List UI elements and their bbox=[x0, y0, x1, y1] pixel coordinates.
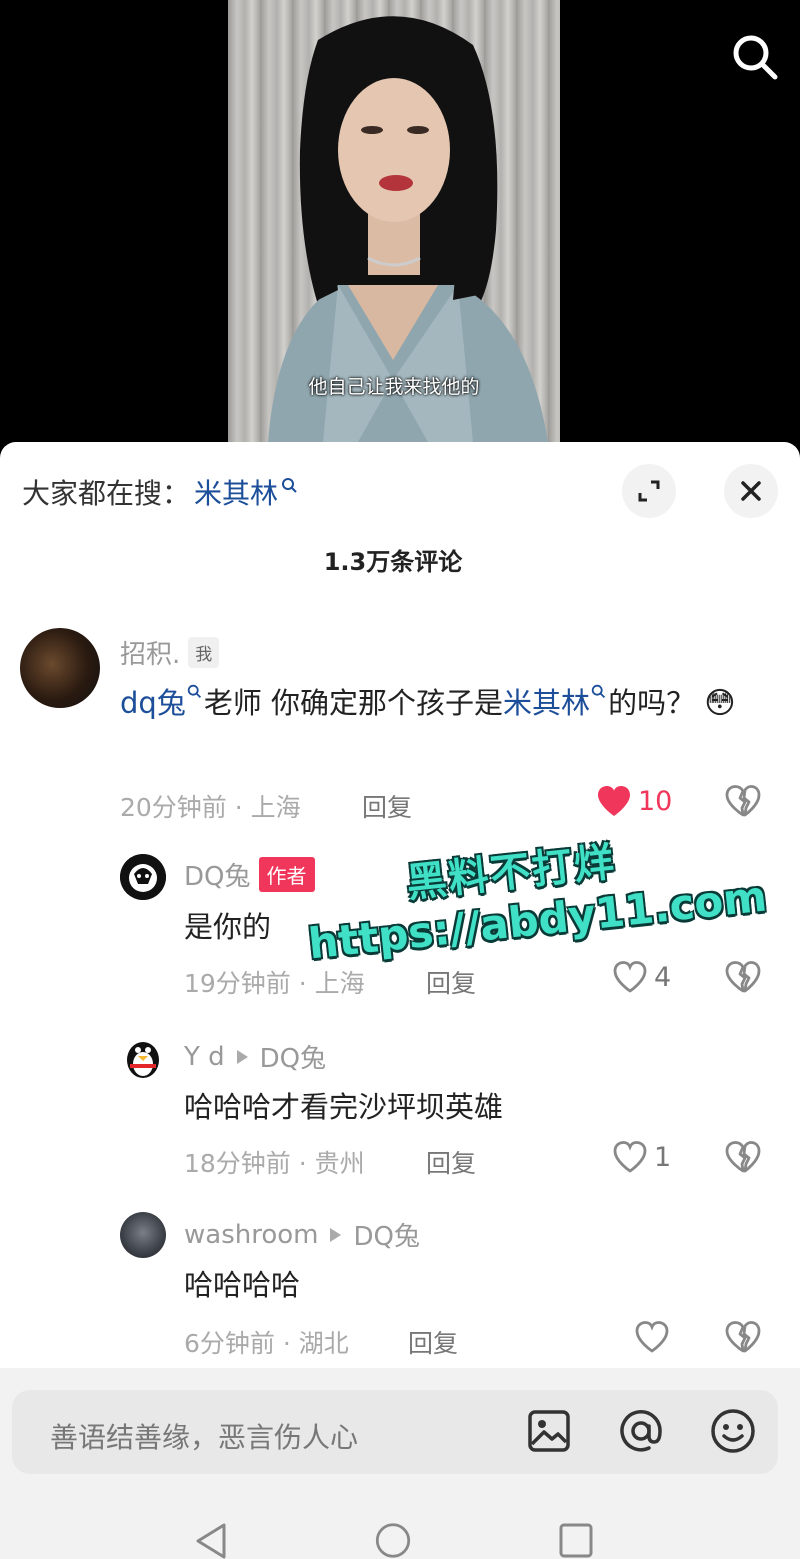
broken-heart-icon bbox=[725, 961, 761, 993]
close-button[interactable] bbox=[724, 464, 778, 518]
recents-button[interactable] bbox=[558, 1522, 594, 1559]
reply-button[interactable]: 回复 bbox=[426, 1144, 476, 1180]
heart-icon bbox=[613, 1141, 647, 1173]
comment-username[interactable]: DQ兔 作者 bbox=[184, 856, 315, 893]
like-button[interactable]: 10 bbox=[596, 784, 672, 818]
emoji-button[interactable] bbox=[708, 1406, 758, 1456]
comment-text: 的吗？ bbox=[608, 686, 696, 720]
dislike-button[interactable] bbox=[724, 960, 762, 998]
expand-button[interactable] bbox=[622, 464, 676, 518]
heart-icon bbox=[598, 786, 630, 816]
keyword-link[interactable]: 米其林 bbox=[503, 686, 590, 720]
comment-username[interactable]: washroom DQ兔 bbox=[184, 1216, 420, 1253]
heart-icon bbox=[613, 961, 647, 993]
search-button[interactable] bbox=[728, 30, 782, 84]
close-icon bbox=[741, 481, 761, 501]
image-icon bbox=[528, 1410, 570, 1452]
self-tag: 我 bbox=[188, 637, 220, 668]
comment-content[interactable]: 是你的 bbox=[184, 904, 271, 950]
reply-button[interactable]: 回复 bbox=[426, 964, 476, 1000]
reply-to-arrow-icon bbox=[330, 1227, 342, 1242]
reply-button[interactable]: 回复 bbox=[362, 788, 412, 824]
comment-content[interactable]: 哈哈哈才看完沙坪坝英雄 bbox=[184, 1084, 503, 1130]
search-icon bbox=[733, 35, 778, 80]
avatar[interactable] bbox=[20, 628, 100, 708]
comment-username[interactable]: Y d DQ兔 bbox=[184, 1038, 326, 1075]
video-subtitle: 他自己让我来找他的 bbox=[308, 376, 480, 398]
username-text: DQ兔 bbox=[184, 862, 251, 892]
expand-icon bbox=[638, 480, 660, 502]
image-button[interactable] bbox=[524, 1406, 574, 1456]
video-player[interactable]: 他自己让我来找他的 bbox=[0, 0, 800, 442]
like-count: 1 bbox=[654, 1141, 672, 1173]
author-tag: 作者 bbox=[258, 857, 315, 892]
back-button[interactable] bbox=[194, 1522, 228, 1559]
heart-icon bbox=[635, 1321, 669, 1353]
flushed-emoji: 😳 bbox=[704, 686, 736, 721]
comment-username[interactable]: 招积. 我 bbox=[120, 634, 220, 671]
home-button[interactable] bbox=[373, 1522, 413, 1559]
like-count: 4 bbox=[654, 961, 672, 993]
comment-meta: 6分钟前 · 湖北 bbox=[184, 1329, 349, 1358]
system-nav-bar bbox=[0, 1478, 800, 1559]
mention-button[interactable] bbox=[616, 1406, 666, 1456]
recents-icon bbox=[559, 1523, 593, 1558]
trending-search-keyword[interactable]: 米其林 bbox=[194, 472, 278, 512]
broken-heart-icon bbox=[725, 1321, 761, 1353]
avatar-image bbox=[120, 854, 166, 900]
comment-input-bar: 善语结善缘，恶言伤人心 bbox=[0, 1368, 800, 1478]
reply-to-username[interactable]: DQ兔 bbox=[260, 1038, 327, 1075]
username-text: Y d bbox=[184, 1041, 225, 1072]
username-text: washroom bbox=[184, 1219, 319, 1250]
like-button[interactable] bbox=[634, 1320, 670, 1354]
dislike-button[interactable] bbox=[724, 1320, 762, 1358]
reply-button[interactable]: 回复 bbox=[408, 1324, 458, 1360]
mention-link[interactable]: dq兔 bbox=[120, 686, 186, 720]
comment-content[interactable]: dq兔 老师 你确定那个孩子是米其林 的吗？ 😳 bbox=[120, 680, 750, 727]
reply-to-arrow-icon bbox=[236, 1049, 248, 1064]
username-text: 招积. bbox=[120, 640, 181, 670]
broken-heart-icon bbox=[725, 1141, 761, 1173]
comment-count-title: 1.3万条评论 bbox=[323, 548, 463, 576]
avatar[interactable] bbox=[120, 1034, 166, 1080]
home-icon bbox=[375, 1523, 411, 1558]
back-icon bbox=[196, 1523, 226, 1559]
comment-content[interactable]: 哈哈哈哈 bbox=[184, 1262, 300, 1308]
dislike-button[interactable] bbox=[724, 1140, 762, 1178]
avatar[interactable] bbox=[120, 854, 166, 900]
comment-meta: 20分钟前 · 上海 bbox=[120, 793, 301, 822]
search-icon bbox=[187, 684, 201, 699]
broken-heart-icon bbox=[725, 785, 761, 817]
search-icon bbox=[591, 684, 606, 699]
comment-meta: 19分钟前 · 上海 bbox=[184, 969, 365, 998]
trending-search-prefix: 大家都在搜： bbox=[22, 477, 191, 510]
like-button[interactable]: 4 bbox=[612, 960, 671, 994]
search-icon bbox=[282, 478, 297, 493]
trending-search-hint[interactable]: 大家都在搜： 米其林 bbox=[22, 472, 300, 512]
like-count: 10 bbox=[638, 785, 673, 817]
dislike-button[interactable] bbox=[724, 784, 762, 822]
avatar[interactable] bbox=[120, 1212, 166, 1258]
at-icon bbox=[620, 1410, 662, 1452]
reply-to-username[interactable]: DQ兔 bbox=[353, 1216, 420, 1253]
comment-input[interactable]: 善语结善缘，恶言伤人心 bbox=[50, 1416, 358, 1456]
emoji-icon bbox=[711, 1409, 755, 1453]
comment-input-container[interactable]: 善语结善缘，恶言伤人心 bbox=[12, 1390, 778, 1474]
comment-meta: 18分钟前 · 贵州 bbox=[184, 1149, 365, 1178]
penguin-avatar-image bbox=[127, 1042, 159, 1078]
comment-text: 老师 你确定那个孩子是 bbox=[203, 686, 504, 720]
video-frame: 他自己让我来找他的 bbox=[228, 0, 560, 442]
like-button[interactable]: 1 bbox=[612, 1140, 671, 1174]
